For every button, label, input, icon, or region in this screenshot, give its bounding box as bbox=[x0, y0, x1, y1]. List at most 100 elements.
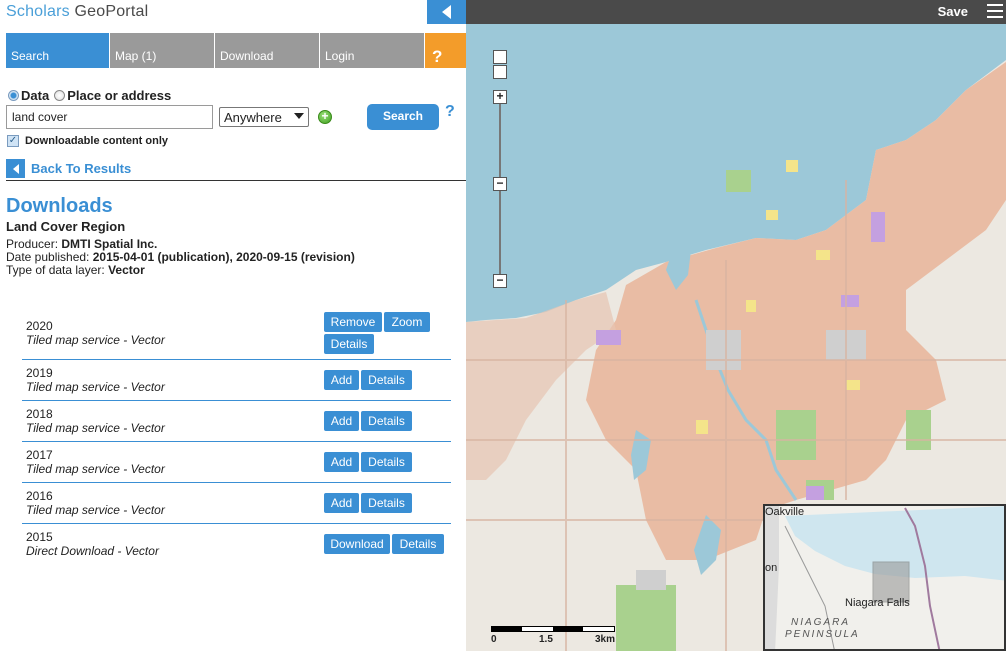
date-value: 2015-04-01 (publication), 2020-09-15 (re… bbox=[92, 250, 355, 264]
add-button[interactable]: Add bbox=[324, 411, 359, 431]
industrial bbox=[706, 330, 741, 370]
type-line: Type of data layer: Vector bbox=[6, 263, 145, 277]
back-to-results-link[interactable]: Back To Results bbox=[6, 159, 131, 178]
tab-help[interactable]: ? bbox=[425, 33, 466, 68]
list-item: 2019 Tiled map service - Vector Add Deta… bbox=[22, 360, 451, 401]
map-panel[interactable]: Save + − − 0 1.5 3km Oakville on Niagara… bbox=[466, 0, 1006, 651]
radio-data-label[interactable]: Data bbox=[21, 88, 49, 103]
details-button[interactable]: Details bbox=[361, 452, 412, 472]
search-button[interactable]: Search bbox=[367, 104, 439, 130]
search-help-icon[interactable]: ? bbox=[445, 103, 455, 121]
item-year: 2015 bbox=[26, 530, 53, 544]
tab-download[interactable]: Download bbox=[215, 33, 320, 68]
industrial bbox=[636, 570, 666, 590]
producer-value: DMTI Spatial Inc. bbox=[61, 237, 158, 251]
tab-login[interactable]: Login bbox=[320, 33, 425, 68]
item-year: 2019 bbox=[26, 366, 53, 380]
commercial bbox=[596, 330, 621, 345]
commercial bbox=[841, 295, 859, 307]
save-button[interactable]: Save bbox=[938, 4, 968, 19]
list-item: 2017 Tiled map service - Vector Add Deta… bbox=[22, 442, 451, 483]
details-button[interactable]: Details bbox=[361, 370, 412, 390]
item-year: 2018 bbox=[26, 407, 53, 421]
add-button[interactable]: Add bbox=[324, 370, 359, 390]
list-item: 2020 Tiled map service - Vector Remove Z… bbox=[22, 308, 451, 360]
radio-place[interactable] bbox=[54, 90, 66, 101]
main-tabs: Search Map (1) Download Login ? bbox=[6, 33, 466, 68]
chevron-left-icon bbox=[442, 5, 451, 19]
item-year: 2020 bbox=[26, 319, 53, 333]
overview-label-niagara: NIAGARA bbox=[791, 617, 851, 628]
map-toolbar: Save bbox=[466, 0, 1006, 24]
details-button[interactable]: Details bbox=[361, 411, 412, 431]
park bbox=[776, 410, 816, 460]
search-mode-group: Data Place or address bbox=[8, 88, 171, 103]
overview-label-niagara-falls: Niagara Falls bbox=[845, 597, 910, 609]
dataset-name: Land Cover Region bbox=[6, 219, 126, 234]
scale-bar-graphic bbox=[491, 626, 615, 632]
residential bbox=[746, 300, 756, 312]
tab-map[interactable]: Map (1) bbox=[110, 33, 215, 68]
overview-label-oakville: Oakville bbox=[765, 506, 805, 518]
logo-text-scholars: Scholars bbox=[6, 3, 75, 20]
tab-search[interactable]: Search bbox=[6, 33, 110, 68]
scope-select[interactable]: Anywhere bbox=[219, 107, 309, 127]
producer-line: Producer: DMTI Spatial Inc. bbox=[6, 237, 157, 251]
downloadable-only-label[interactable]: Downloadable content only bbox=[25, 135, 168, 147]
divider bbox=[6, 180, 466, 181]
item-service: Tiled map service - Vector bbox=[26, 462, 165, 476]
app-logo[interactable]: Scholars GeoPortal bbox=[6, 3, 148, 21]
item-service: Tiled map service - Vector bbox=[26, 503, 165, 517]
details-button[interactable]: Details bbox=[361, 493, 412, 513]
item-year: 2017 bbox=[26, 448, 53, 462]
overview-label-peninsula: PENINSULA bbox=[785, 629, 860, 640]
details-button[interactable]: Details bbox=[392, 534, 444, 554]
add-button[interactable]: Add bbox=[324, 493, 359, 513]
list-item: 2018 Tiled map service - Vector Add Deta… bbox=[22, 401, 451, 442]
park bbox=[616, 585, 676, 651]
zoom-out-icon[interactable]: − bbox=[493, 274, 507, 288]
left-panel: Scholars GeoPortal Search Map (1) Downlo… bbox=[0, 0, 466, 651]
details-button[interactable]: Details bbox=[324, 334, 374, 354]
item-service: Tiled map service - Vector bbox=[26, 421, 165, 435]
date-label: Date published: bbox=[6, 250, 93, 264]
full-extent-icon[interactable] bbox=[493, 65, 507, 79]
add-button[interactable]: Add bbox=[324, 452, 359, 472]
park bbox=[906, 410, 931, 450]
scale-label: 3km bbox=[595, 634, 616, 645]
box-zoom-icon[interactable] bbox=[493, 50, 507, 64]
downloadable-only-checkbox[interactable]: ✓ bbox=[7, 135, 19, 147]
radio-place-label[interactable]: Place or address bbox=[67, 88, 171, 103]
zoom-slider-handle[interactable]: − bbox=[493, 177, 507, 191]
type-value: Vector bbox=[108, 263, 145, 277]
scale-label: 0 bbox=[491, 634, 497, 645]
commercial bbox=[806, 486, 824, 500]
back-arrow-icon bbox=[6, 159, 25, 178]
zoom-button[interactable]: Zoom bbox=[384, 312, 430, 332]
zoom-in-icon[interactable]: + bbox=[493, 90, 507, 104]
item-service: Tiled map service - Vector bbox=[26, 333, 165, 347]
downloadable-only-row: ✓ Downloadable content only bbox=[7, 135, 168, 147]
logo-text-geoportal: GeoPortal bbox=[74, 3, 149, 20]
hamburger-menu-icon[interactable] bbox=[987, 4, 1003, 18]
download-button[interactable]: Download bbox=[324, 534, 390, 554]
residential bbox=[816, 250, 830, 260]
park bbox=[726, 170, 751, 192]
residential bbox=[766, 210, 778, 220]
downloads-heading: Downloads bbox=[6, 195, 113, 217]
add-filter-icon[interactable]: + bbox=[318, 110, 332, 124]
overview-map[interactable]: Oakville on Niagara Falls NIAGARA PENINS… bbox=[763, 504, 1006, 651]
collapse-panel-button[interactable] bbox=[427, 0, 466, 24]
type-label: Type of data layer: bbox=[6, 263, 109, 277]
commercial bbox=[871, 212, 885, 242]
remove-button[interactable]: Remove bbox=[324, 312, 382, 332]
radio-data[interactable] bbox=[8, 90, 19, 101]
residential bbox=[786, 160, 798, 172]
search-input[interactable] bbox=[6, 105, 213, 129]
date-line: Date published: 2015-04-01 (publication)… bbox=[6, 250, 355, 264]
scope-select-value: Anywhere bbox=[224, 109, 282, 125]
residential bbox=[846, 380, 860, 390]
overview-label-on: on bbox=[765, 562, 778, 574]
list-item: 2015 Direct Download - Vector Download D… bbox=[22, 524, 451, 565]
residential bbox=[696, 420, 708, 434]
